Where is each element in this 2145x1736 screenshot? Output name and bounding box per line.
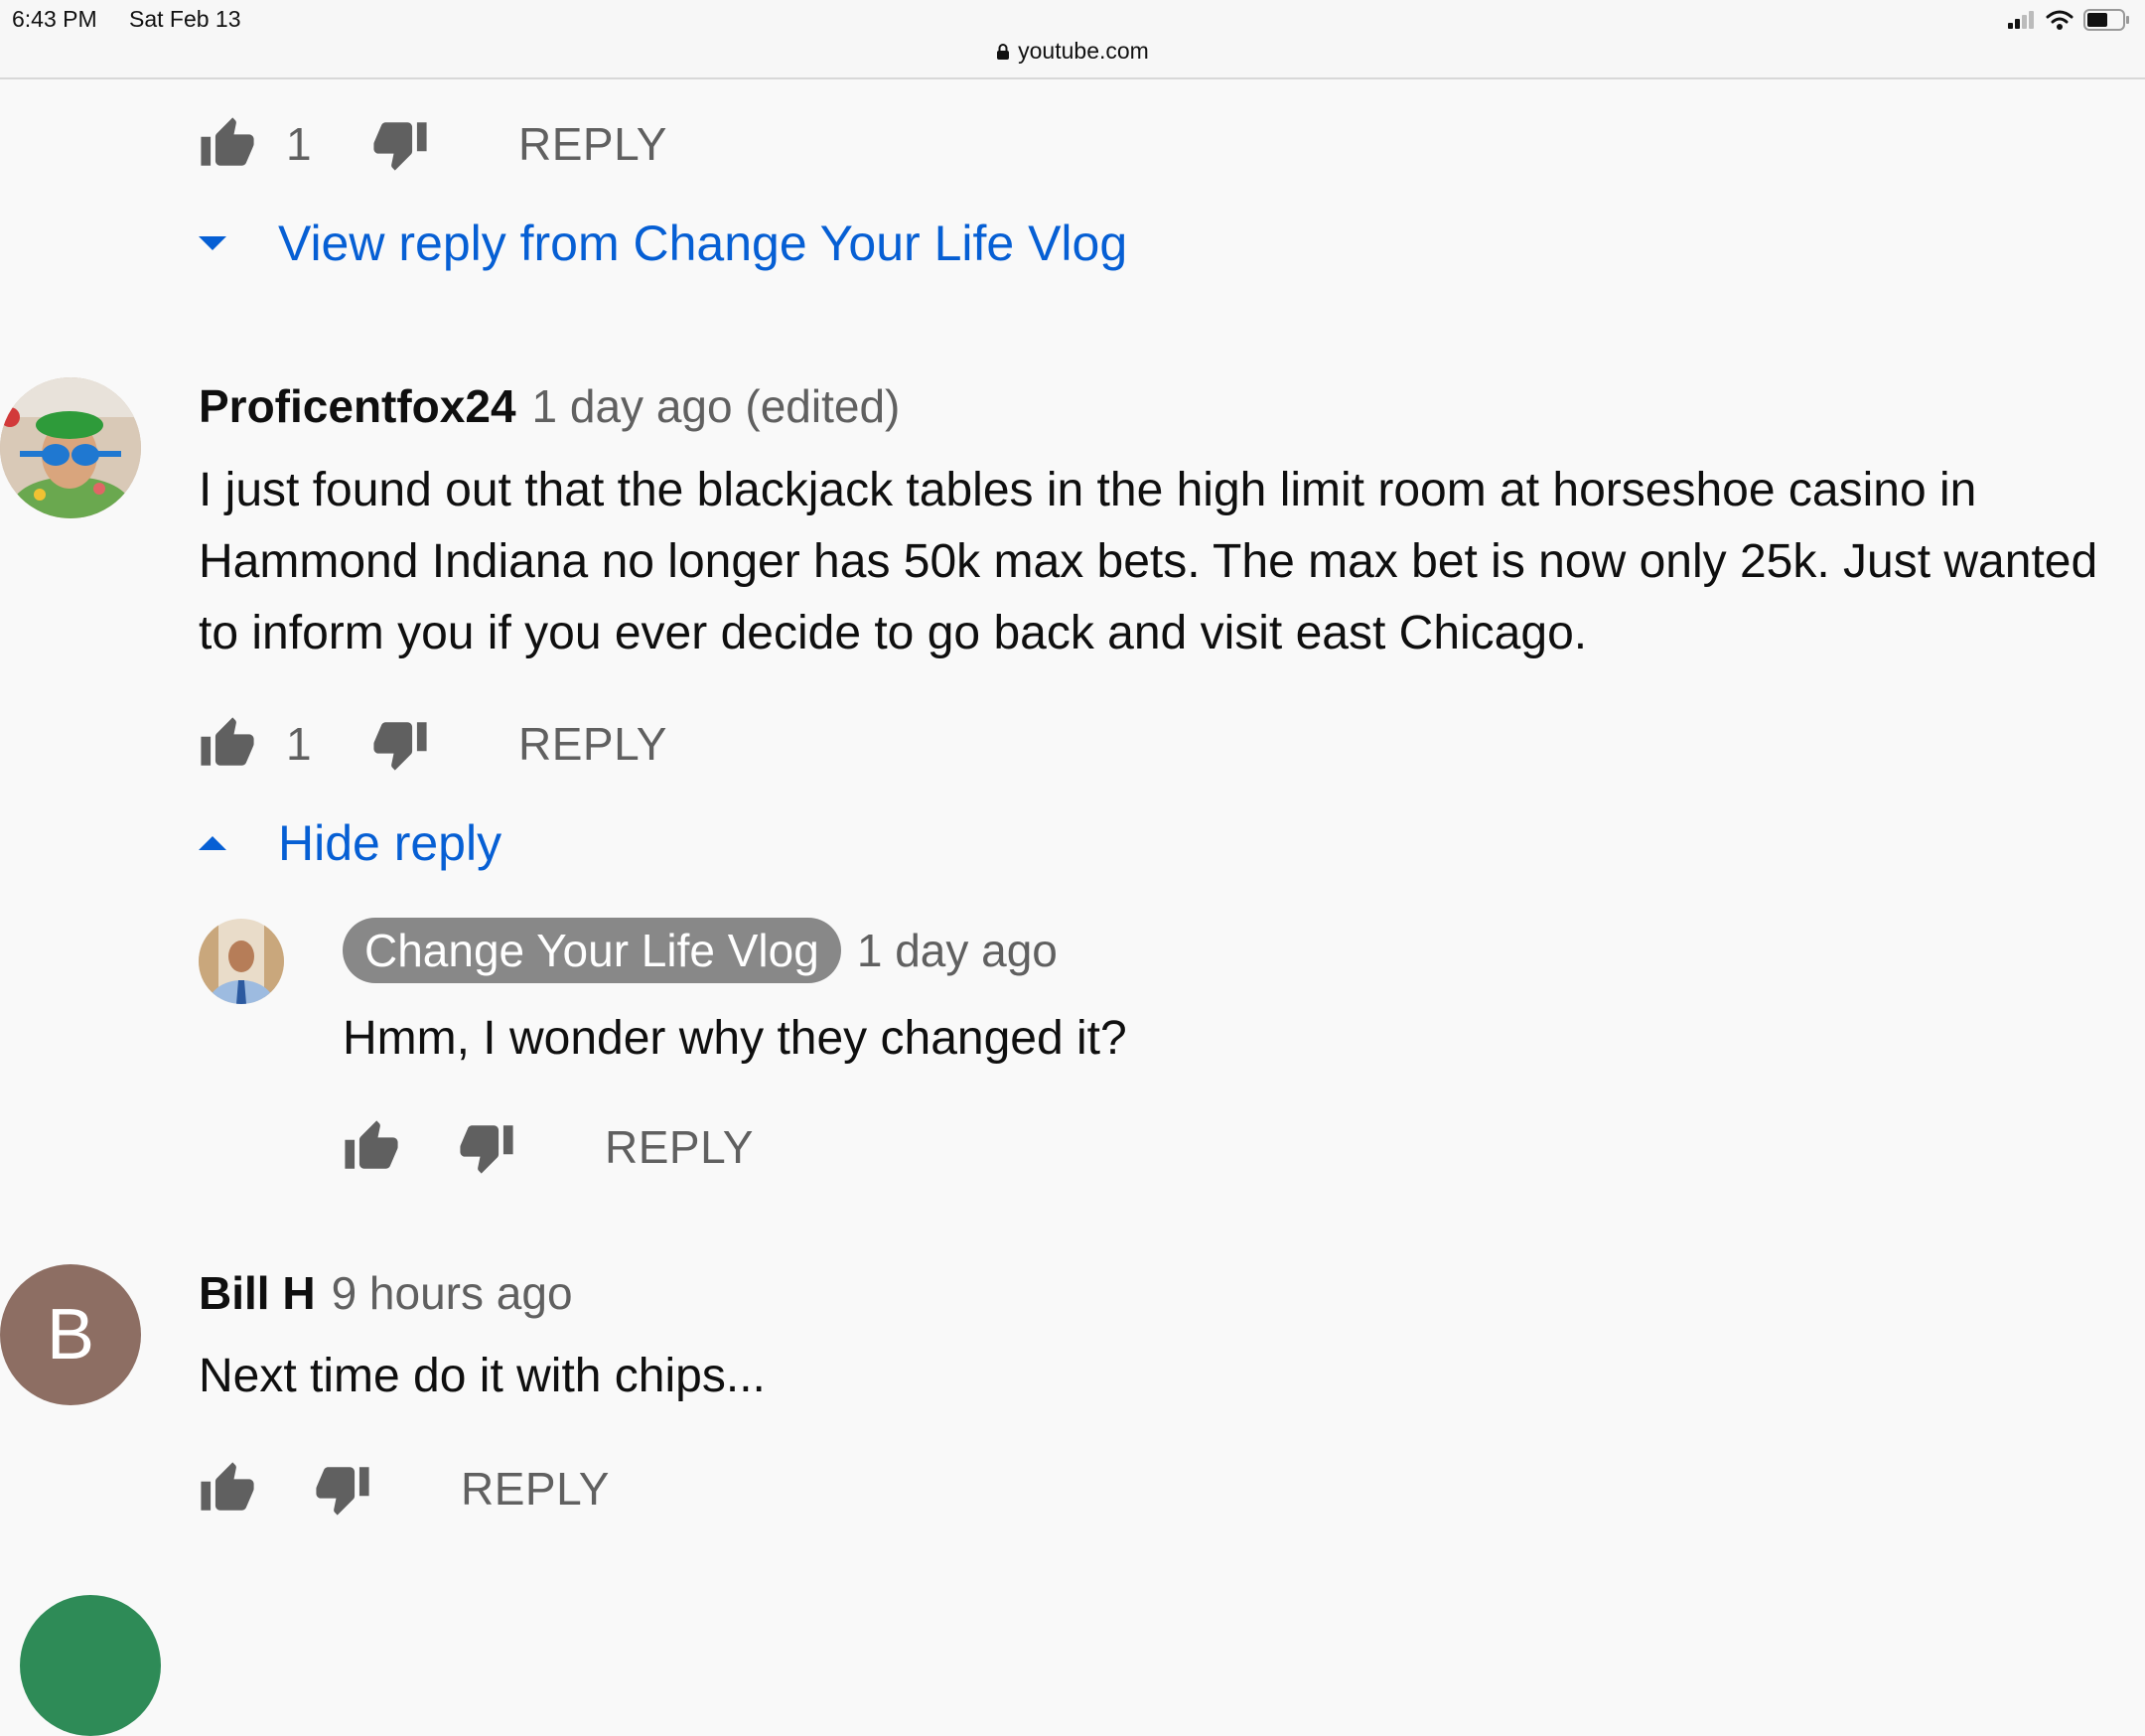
view-replies-toggle[interactable]: View reply from Change Your Life Vlog — [199, 215, 1127, 272]
wifi-icon — [2046, 10, 2074, 30]
comment-timestamp[interactable]: 1 day ago (edited) — [532, 379, 901, 433]
lock-icon — [997, 44, 1010, 60]
reply-text: Hmm, I wonder why they changed it? — [343, 1012, 1127, 1065]
comment-actions: 1 REPLY — [199, 715, 667, 773]
user-avatar-image — [0, 377, 141, 518]
comment-timestamp[interactable]: 9 hours ago — [332, 1266, 573, 1320]
status-time: 6:43 PM — [12, 6, 97, 32]
thumbs-down-icon[interactable] — [314, 1460, 371, 1518]
thumbs-down-icon[interactable] — [371, 115, 429, 173]
author-name[interactable]: Bill H — [199, 1266, 316, 1320]
avatar[interactable] — [199, 919, 284, 1004]
like-count: 1 — [286, 118, 312, 170]
channel-owner-badge[interactable]: Change Your Life Vlog — [343, 918, 841, 983]
view-replies-label: View reply from Change Your Life Vlog — [278, 216, 1128, 271]
reply-actions: REPLY — [343, 1118, 754, 1176]
thumbs-up-icon[interactable] — [199, 1460, 256, 1518]
avatar[interactable] — [20, 1595, 161, 1736]
reply-header: Change Your Life Vlog 1 day ago — [343, 918, 1058, 983]
avatar[interactable]: B — [0, 1264, 141, 1405]
thumbs-down-icon[interactable] — [371, 715, 429, 773]
comment-actions: 1 REPLY — [199, 115, 667, 173]
battery-icon — [2083, 9, 2129, 31]
status-date: Sat Feb 13 — [129, 6, 241, 32]
avatar[interactable] — [0, 377, 141, 518]
chevron-down-icon — [199, 236, 226, 250]
status-bar: 6:43 PM Sat Feb 13 youtube.com — [0, 0, 2145, 79]
thumbs-up-icon[interactable] — [199, 115, 256, 173]
author-name[interactable]: Proficentfox24 — [199, 379, 516, 433]
avatar-letter: B — [46, 1295, 95, 1374]
reply-button[interactable]: REPLY — [605, 1120, 754, 1174]
reply-timestamp[interactable]: 1 day ago — [857, 924, 1058, 977]
url-text: youtube.com — [1018, 38, 1149, 64]
reply-button[interactable]: REPLY — [461, 1462, 610, 1516]
reply-button[interactable]: REPLY — [518, 717, 667, 771]
hide-replies-toggle[interactable]: Hide reply — [199, 814, 501, 872]
cellular-signal-icon — [2008, 11, 2034, 29]
comment-header: Bill H 9 hours ago — [199, 1266, 573, 1320]
like-count: 1 — [286, 718, 312, 770]
thumbs-down-icon[interactable] — [458, 1118, 515, 1176]
thumbs-up-icon[interactable] — [343, 1118, 400, 1176]
comment-text: I just found out that the blackjack tabl… — [199, 464, 2098, 659]
comment-text: Next time do it with chips... — [199, 1350, 766, 1402]
chevron-up-icon — [199, 836, 226, 850]
comment-header: Proficentfox24 1 day ago (edited) — [199, 379, 900, 433]
owner-avatar-image — [199, 919, 284, 1004]
comment-actions: REPLY — [199, 1460, 610, 1518]
url-bar[interactable]: youtube.com — [0, 38, 2145, 65]
reply-button[interactable]: REPLY — [518, 117, 667, 171]
status-icons — [2008, 8, 2131, 32]
hide-replies-label: Hide reply — [278, 815, 502, 871]
thumbs-up-icon[interactable] — [199, 715, 256, 773]
